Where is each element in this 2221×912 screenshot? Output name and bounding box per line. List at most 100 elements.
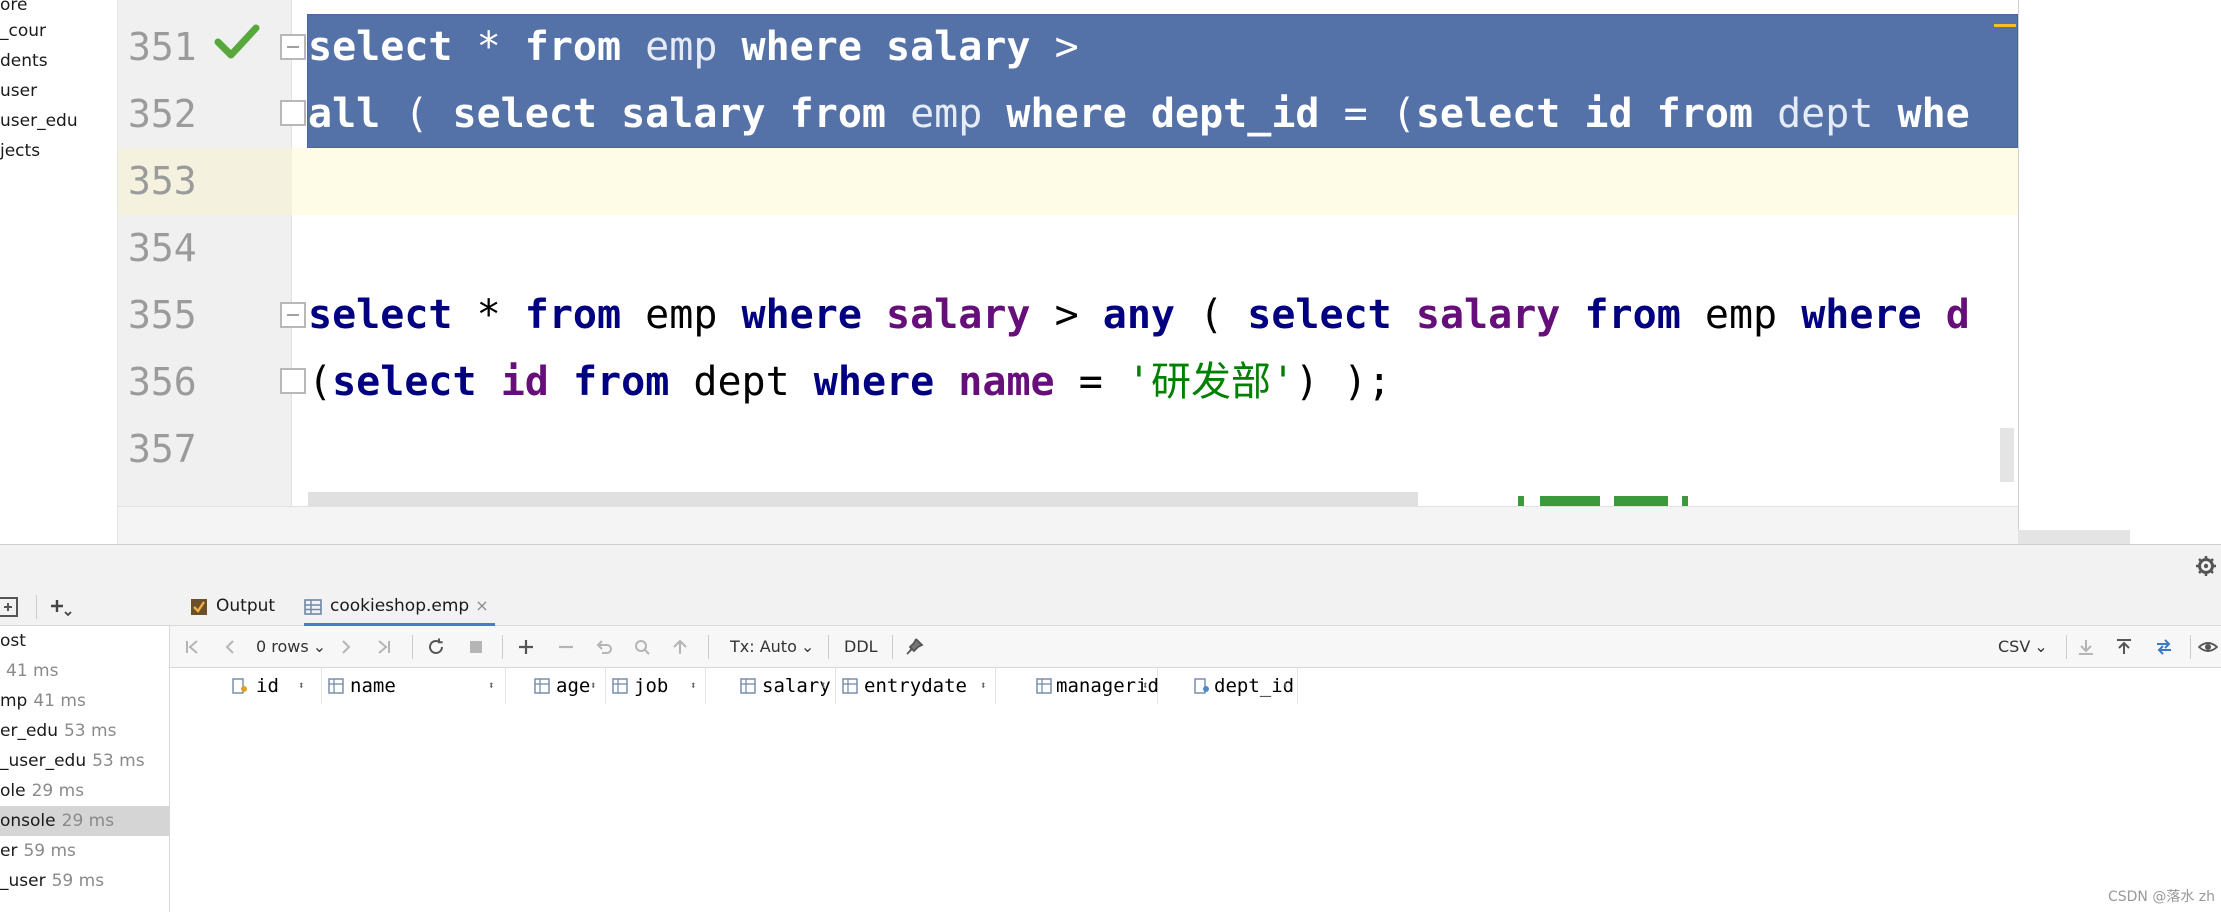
column-icon	[612, 678, 628, 694]
code-line-351[interactable]: select * from emp where salary >	[308, 14, 1079, 81]
previous-page-icon[interactable]	[220, 637, 240, 657]
tree-item[interactable]: jects	[0, 140, 40, 162]
first-page-icon[interactable]	[182, 637, 202, 657]
tree-item[interactable]: user	[0, 80, 37, 102]
column-header-entrydate[interactable]: entrydate ⬍	[836, 668, 996, 704]
fold-marker[interactable]	[280, 34, 306, 60]
column-icon	[328, 678, 344, 694]
column-icon	[842, 678, 858, 694]
partial-string-fragment	[1518, 496, 1688, 506]
delete-row-icon[interactable]	[556, 637, 576, 657]
sql-editor[interactable]: 351 352 353 354 355 356 357 select * fro…	[118, 0, 2018, 506]
table-icon	[304, 599, 322, 615]
session-item[interactable]: er_edu 53 ms	[0, 716, 169, 746]
error-stripe-marker	[1994, 24, 2016, 27]
column-header-id[interactable]: id ⬍	[170, 668, 322, 704]
session-item-active[interactable]: onsole 29 ms	[0, 806, 169, 836]
line-number: 351	[128, 25, 197, 69]
upload-icon[interactable]	[2114, 637, 2134, 657]
sort-icon[interactable]: ⬍	[590, 668, 597, 704]
right-pane-scrollbar[interactable]	[2018, 530, 2130, 544]
session-item[interactable]: _user_edu 53 ms	[0, 746, 169, 776]
column-header-age[interactable]: age ⬍	[506, 668, 606, 704]
tree-item[interactable]: user_edu	[0, 110, 78, 132]
column-header-managerid[interactable]: managerid ⬍	[996, 668, 1159, 704]
primary-key-icon	[232, 678, 247, 694]
chevron-down-icon: ⌄	[312, 637, 327, 656]
refresh-icon[interactable]	[426, 637, 446, 657]
services-session-list: ost 41 ms mp 41 ms er_edu 53 ms _user_edu 5…	[0, 626, 170, 912]
result-tabs: Output cookieshop.emp ×	[170, 586, 2221, 626]
fold-marker[interactable]	[280, 100, 306, 126]
column-icon	[1036, 678, 1052, 694]
services-toolbar	[0, 586, 170, 626]
toolbar-separator	[828, 635, 829, 659]
session-item[interactable]: ole 29 ms	[0, 776, 169, 806]
sort-icon[interactable]: ⬍	[1282, 668, 1289, 704]
result-grid-body[interactable]	[170, 704, 2221, 912]
session-item[interactable]: er 59 ms	[0, 836, 169, 866]
code-line-355[interactable]: select * from emp where salary > any ( s…	[308, 282, 1970, 349]
execution-success-check-icon	[214, 24, 260, 59]
next-page-icon[interactable]	[336, 637, 356, 657]
code-line-356[interactable]: (select id from dept where name = '研发部')…	[308, 349, 1391, 416]
sort-icon[interactable]: ⬍	[298, 668, 305, 704]
transaction-mode-dropdown[interactable]: Tx: Auto ⌄	[730, 626, 814, 668]
column-header-name[interactable]: name ⬍	[322, 668, 506, 704]
view-eye-icon[interactable]	[2198, 637, 2218, 657]
row-count-dropdown[interactable]: 0 rows ⌄	[256, 626, 326, 668]
revert-icon[interactable]	[594, 637, 614, 657]
add-plus-dropdown-icon[interactable]	[48, 596, 74, 618]
chevron-down-icon: ⌄	[2034, 637, 2048, 656]
sort-icon[interactable]: ⬍	[820, 668, 827, 704]
column-header-salary[interactable]: salary ⬍	[706, 668, 836, 704]
partial-code-line	[308, 492, 1418, 506]
pin-icon[interactable]	[904, 637, 924, 657]
sort-icon[interactable]: ⬍	[488, 668, 495, 704]
result-grid-header: id ⬍ name ⬍ age ⬍ job ⬍ salary ⬍ entryda…	[170, 668, 2221, 704]
session-item[interactable]: _user 59 ms	[0, 866, 169, 896]
toolbar-separator	[502, 635, 503, 659]
session-item[interactable]: 41 ms	[0, 656, 169, 686]
toolbar-separator	[708, 635, 709, 659]
current-line-highlight	[118, 148, 2018, 215]
column-header-dept-id[interactable]: dept_id ⬍	[1158, 668, 1298, 704]
project-tree: ore _cour dents user user_edu jects	[0, 0, 118, 544]
export-format-dropdown[interactable]: CSV ⌄	[1998, 626, 2048, 668]
compare-icon[interactable]	[2154, 637, 2174, 657]
line-number: 352	[128, 92, 197, 136]
tree-item[interactable]: _cour	[0, 20, 46, 42]
last-page-icon[interactable]	[374, 637, 394, 657]
session-item[interactable]: mp 41 ms	[0, 686, 169, 716]
editor-scrollbar-thumb[interactable]	[2000, 428, 2014, 482]
tab-output[interactable]: Output	[190, 586, 275, 626]
output-icon	[191, 599, 207, 615]
tree-item[interactable]: ore	[0, 0, 27, 16]
fold-marker[interactable]	[280, 368, 306, 394]
toolbar-separator	[892, 635, 893, 659]
column-icon	[740, 678, 756, 694]
close-icon[interactable]: ×	[475, 596, 488, 615]
sort-icon[interactable]: ⬍	[1142, 668, 1149, 704]
preview-changes-icon[interactable]	[632, 637, 652, 657]
grid-toolbar: 0 rows ⌄ Tx: Auto ⌄ DDL CSV ⌄	[170, 626, 2221, 668]
gear-icon[interactable]	[2195, 555, 2217, 577]
tree-item[interactable]: dents	[0, 50, 48, 72]
add-session-icon[interactable]	[0, 596, 20, 618]
session-item[interactable]: ost	[0, 626, 169, 656]
submit-arrow-up-icon[interactable]	[670, 637, 690, 657]
sort-icon[interactable]: ⬍	[980, 668, 987, 704]
stop-icon[interactable]	[466, 637, 486, 657]
add-row-icon[interactable]	[516, 637, 536, 657]
sort-icon[interactable]: ⬍	[690, 668, 697, 704]
editor-horizontal-scrollbar[interactable]	[118, 506, 2018, 544]
column-header-job[interactable]: job ⬍	[606, 668, 706, 704]
tab-cookieshop-emp[interactable]: cookieshop.emp ×	[304, 586, 495, 626]
code-line-352[interactable]: all ( select salary from emp where dept_…	[308, 81, 1970, 148]
fold-marker[interactable]	[280, 302, 306, 328]
download-icon[interactable]	[2076, 637, 2096, 657]
ddl-button[interactable]: DDL	[844, 626, 878, 668]
column-icon	[534, 678, 550, 694]
foreign-key-icon	[1194, 678, 1209, 694]
right-side-pane	[2018, 0, 2221, 544]
